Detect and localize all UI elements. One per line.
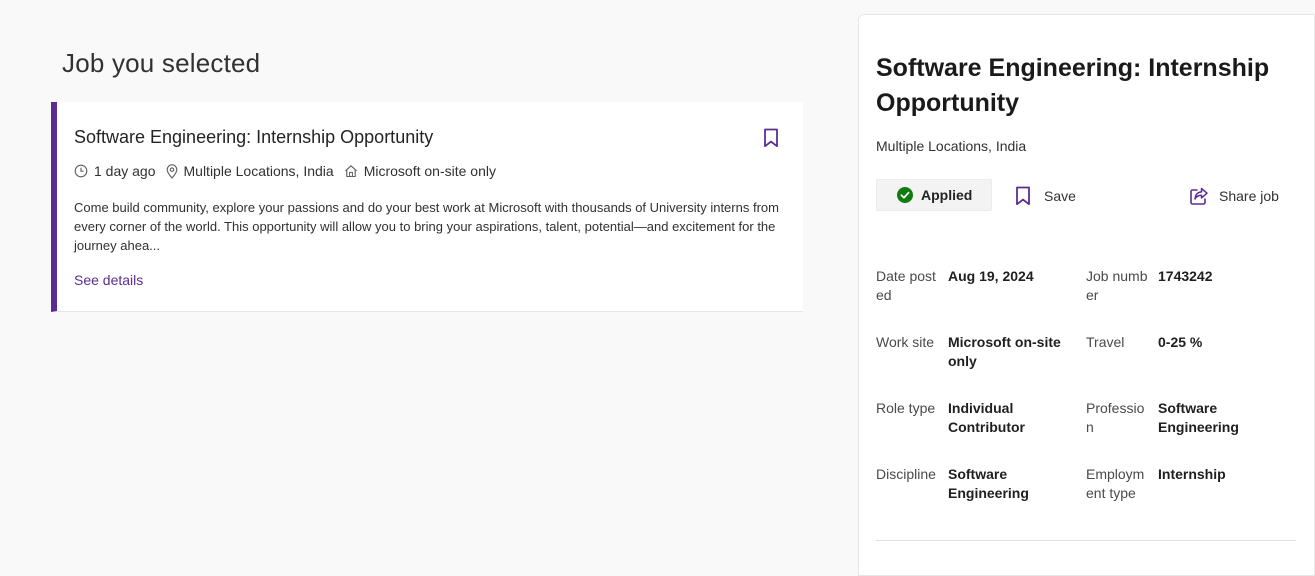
home-icon: [344, 165, 357, 178]
profession-value: Software Engineering: [1158, 400, 1239, 435]
date-posted-value: Aug 19, 2024: [948, 268, 1034, 284]
save-label: Save: [1044, 188, 1076, 204]
clock-icon: [74, 164, 88, 178]
share-icon: [1190, 187, 1208, 205]
job-card-title[interactable]: Software Engineering: Internship Opportu…: [74, 127, 433, 148]
work-site-label: Work site: [876, 334, 935, 350]
job-description: Come build community, explore your passi…: [74, 200, 779, 253]
applied-label: Applied: [921, 187, 973, 203]
employment-type-value: Internship: [1158, 466, 1226, 482]
location-text: Multiple Locations, India: [183, 163, 334, 179]
travel-label: Travel: [1086, 334, 1125, 350]
share-job-button[interactable]: Share job: [1189, 184, 1279, 208]
discipline-value: Software Engineering: [948, 466, 1029, 501]
detail-title: Software Engineering: Internship Opportu…: [876, 54, 1270, 117]
discipline-label: Discipline: [876, 466, 936, 482]
worksite-meta: Microsoft on-site only: [344, 163, 496, 179]
date-posted-label: Date posted: [876, 268, 936, 303]
page: Job you selected Software Engineering: I…: [0, 0, 1315, 576]
job-card[interactable]: Software Engineering: Internship Opportu…: [51, 102, 803, 312]
posted-meta: 1 day ago: [74, 163, 156, 179]
job-meta-row: 1 day ago Multiple Locations, India Micr…: [74, 163, 506, 179]
job-number-value: 1743242: [1158, 268, 1213, 284]
save-job-button[interactable]: Save: [1015, 184, 1076, 208]
applied-status: Applied: [876, 179, 992, 211]
section-title: Job you selected: [62, 48, 261, 78]
travel-value: 0-25 %: [1158, 334, 1203, 350]
check-circle-icon: [897, 187, 913, 203]
work-site-value: Microsoft on-site only: [948, 334, 1061, 369]
profession-label: Profession: [1086, 400, 1145, 435]
location-pin-icon: [166, 163, 177, 179]
bookmark-icon: [1016, 186, 1030, 206]
job-detail-panel: Software Engineering: Internship Opportu…: [858, 14, 1315, 576]
role-type-value: Individual Contributor: [948, 400, 1025, 435]
job-number-label: Job number: [1086, 268, 1148, 303]
detail-location: Multiple Locations, India: [876, 138, 1027, 154]
divider: [876, 540, 1296, 541]
see-details-link[interactable]: See details: [74, 272, 143, 288]
role-type-label: Role type: [876, 400, 936, 416]
posted-text: 1 day ago: [94, 163, 156, 179]
employment-type-label: Employment type: [1086, 466, 1145, 501]
bookmark-icon: [764, 128, 778, 148]
share-label: Share job: [1219, 188, 1279, 204]
bookmark-button[interactable]: [759, 126, 783, 150]
worksite-text: Microsoft on-site only: [363, 163, 496, 179]
location-meta: Multiple Locations, India: [166, 163, 334, 179]
